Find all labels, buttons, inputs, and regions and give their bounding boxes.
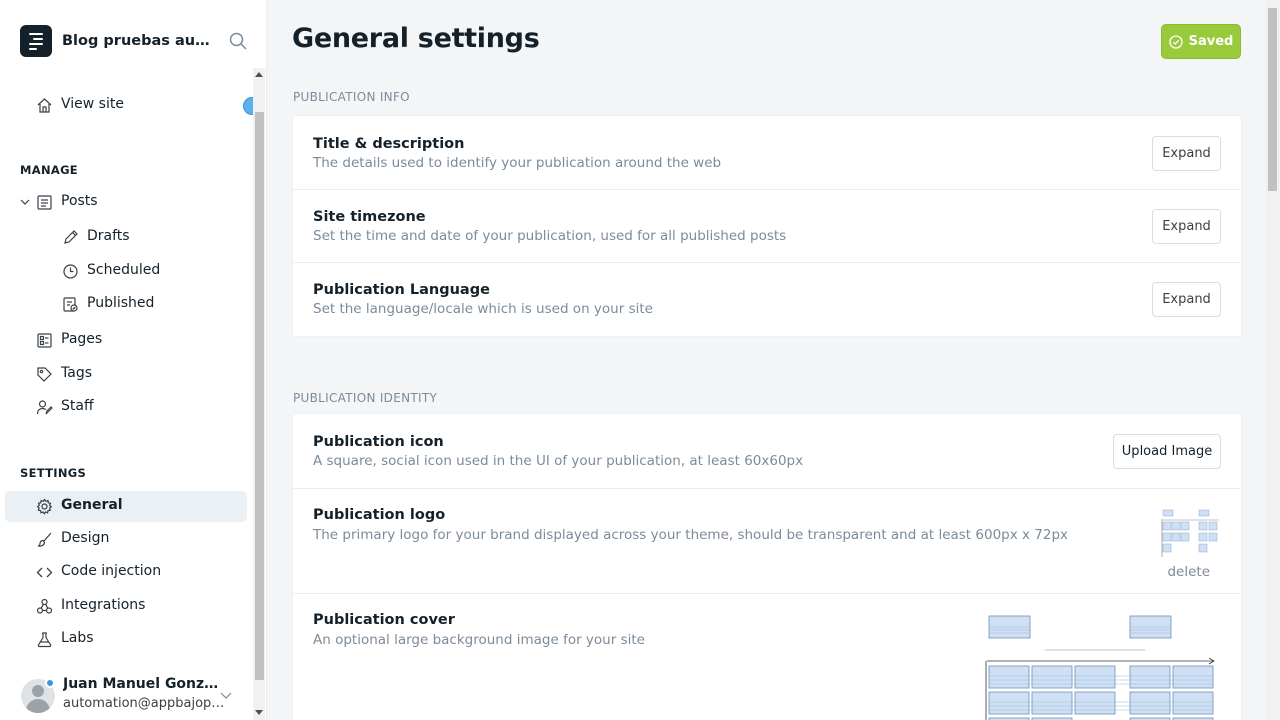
logo-image[interactable] [1161, 507, 1221, 559]
scroll-up-arrow-icon[interactable] [255, 72, 263, 77]
sidebar-item-code-injection[interactable]: Code injection [5, 557, 247, 588]
setting-row-publication-cover: Publication cover An optional large back… [293, 594, 1241, 720]
sidebar-item-staff[interactable]: Staff [5, 392, 247, 423]
sidebar-item-view-site[interactable]: View site [5, 90, 247, 121]
sidebar-item-pages[interactable]: Pages [5, 325, 247, 356]
settings-heading: SETTINGS [20, 466, 87, 480]
sidebar-item-labs[interactable]: Labs [5, 624, 247, 655]
pages-icon [37, 333, 52, 348]
setting-description: Set the time and date of your publicatio… [313, 228, 787, 244]
sidebar-header: Blog pruebas auto... [20, 25, 250, 57]
search-icon[interactable] [229, 32, 247, 50]
manage-heading: MANAGE [20, 163, 78, 177]
setting-description: The details used to identify your public… [313, 155, 722, 171]
code-icon [36, 567, 53, 578]
publication-info-card: Title & description The details used to … [292, 115, 1242, 337]
sidebar-item-label: Pages [61, 331, 103, 347]
publication-identity-card: Publication icon A square, social icon u… [292, 413, 1242, 720]
sidebar-item-label: Integrations [61, 597, 146, 613]
sidebar-item-label: Scheduled [87, 262, 161, 278]
chevron-down-icon[interactable] [220, 690, 232, 700]
saved-button[interactable]: Saved [1161, 24, 1241, 59]
sidebar-item-posts[interactable]: Posts [5, 187, 247, 218]
sidebar-item-label: Published [87, 295, 155, 311]
setting-title: Publication cover [313, 612, 455, 628]
setting-title: Publication icon [313, 434, 444, 450]
upload-image-button[interactable]: Upload Image [1113, 434, 1221, 469]
posts-icon [37, 195, 52, 210]
page-title: General settings [292, 23, 540, 54]
clock-icon [63, 264, 78, 279]
user-menu[interactable]: Juan Manuel Gonzále... automation@appbaj… [20, 674, 252, 718]
setting-description: Set the language/locale which is used on… [313, 301, 653, 317]
setting-title: Publication logo [313, 507, 446, 523]
setting-title: Title & description [313, 136, 465, 152]
sidebar-item-label: Posts [61, 193, 98, 209]
setting-description: An optional large background image for y… [313, 632, 645, 648]
main-scrollbar[interactable] [1265, 0, 1280, 720]
cover-image[interactable] [985, 614, 1217, 720]
delete-link[interactable]: delete [1167, 564, 1210, 580]
setting-description: The primary logo for your brand displaye… [313, 527, 1069, 543]
sidebar-item-label: View site [61, 96, 124, 112]
staff-icon [36, 400, 53, 415]
saved-label: Saved [1188, 34, 1234, 49]
sidebar-item-label: Staff [61, 398, 94, 414]
setting-row-title-description: Title & description The details used to … [293, 116, 1241, 190]
sidebar-item-label: General [61, 497, 123, 513]
setting-title: Site timezone [313, 209, 426, 225]
home-icon [37, 98, 52, 113]
site-title[interactable]: Blog pruebas auto... [62, 33, 214, 49]
sidebar-item-drafts[interactable]: Drafts [5, 222, 247, 253]
sidebar-item-label: Code injection [61, 563, 162, 579]
setting-row-site-timezone: Site timezone Set the time and date of y… [293, 190, 1241, 263]
sidebar-item-integrations[interactable]: Integrations [5, 591, 247, 622]
sidebar-item-design[interactable]: Design [5, 524, 247, 555]
sidebar-item-general[interactable]: General [5, 491, 247, 522]
chevron-down-icon[interactable] [20, 197, 30, 207]
tag-icon [37, 367, 52, 382]
flask-icon [37, 632, 52, 648]
setting-row-publication-language: Publication Language Set the language/lo… [293, 263, 1241, 336]
sidebar-scrollbar[interactable] [253, 68, 265, 720]
scroll-down-arrow-icon[interactable] [255, 710, 263, 715]
main-content: General settings Saved PUBLICATION INFO … [268, 0, 1265, 720]
expand-button[interactable]: Expand [1152, 282, 1221, 317]
pencil-icon [64, 230, 78, 244]
sidebar-item-published[interactable]: Published [5, 289, 247, 320]
sidebar-item-label: Tags [61, 365, 92, 381]
sidebar-item-tags[interactable]: Tags [5, 359, 247, 390]
sidebar-item-label: Drafts [87, 228, 130, 244]
setting-row-publication-icon: Publication icon A square, social icon u… [293, 414, 1241, 489]
setting-row-publication-logo: Publication logo The primary logo for yo… [293, 489, 1241, 594]
published-icon [63, 297, 78, 312]
user-email: automation@appbajopru... [63, 696, 225, 711]
publication-info-heading: PUBLICATION INFO [293, 90, 410, 104]
user-name: Juan Manuel Gonzále... [63, 676, 225, 692]
site-logo-icon[interactable] [20, 25, 52, 57]
sidebar-item-scheduled[interactable]: Scheduled [5, 256, 247, 287]
brush-icon [37, 532, 52, 547]
sidebar: Blog pruebas auto... View site MANAGE Po… [0, 0, 267, 720]
sidebar-item-label: Labs [61, 630, 94, 646]
gear-icon [36, 498, 53, 515]
scrollbar-thumb[interactable] [1268, 8, 1277, 191]
status-dot [45, 678, 55, 688]
expand-button[interactable]: Expand [1152, 209, 1221, 244]
scrollbar-thumb[interactable] [255, 112, 264, 680]
sidebar-item-label: Design [61, 530, 110, 546]
setting-description: A square, social icon used in the UI of … [313, 453, 804, 469]
expand-button[interactable]: Expand [1152, 136, 1221, 171]
publication-identity-heading: PUBLICATION IDENTITY [293, 391, 438, 405]
integrations-icon [36, 598, 53, 614]
setting-title: Publication Language [313, 282, 490, 298]
check-circle-icon [1168, 34, 1183, 49]
